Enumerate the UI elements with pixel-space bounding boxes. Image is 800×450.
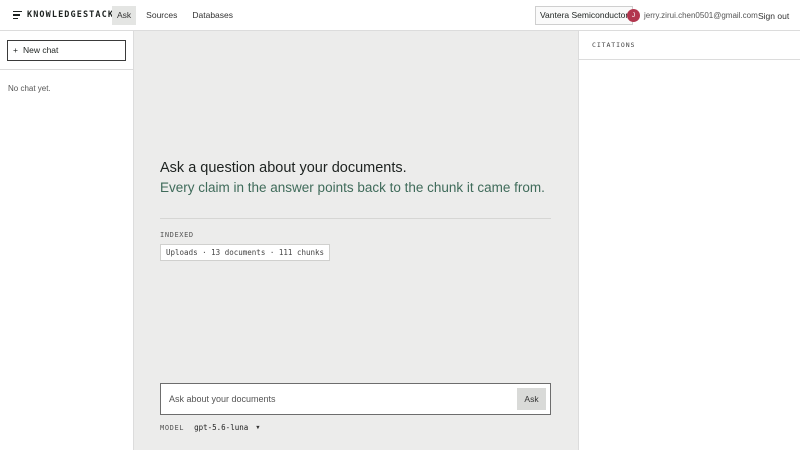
model-label: MODEL: [160, 423, 185, 432]
new-chat-label: New chat: [22, 45, 59, 55]
model-value: gpt-5.6-luna: [194, 423, 249, 432]
citations-divider: [579, 59, 800, 60]
page-subtitle: Every claim in the answer points back to…: [160, 180, 545, 195]
citations-title: CITATIONS: [592, 41, 636, 49]
ask-box: Ask: [160, 383, 551, 415]
avatar[interactable]: J: [627, 9, 640, 22]
main-panel: Ask a question about your documents. Eve…: [134, 31, 578, 450]
org-selector[interactable]: Vantera Semiconductor: [535, 6, 634, 25]
tab-databases[interactable]: Databases: [187, 6, 238, 25]
new-chat-button[interactable]: + New chat: [7, 40, 126, 61]
citations-panel: CITATIONS: [578, 31, 800, 450]
sidebar-divider: [0, 69, 133, 70]
page-title: Ask a question about your documents.: [160, 160, 407, 176]
indexed-summary-badge[interactable]: Uploads · 13 documents · 111 chunks: [160, 244, 331, 261]
ask-input[interactable]: [161, 384, 513, 414]
top-bar: KNOWLEDGESTACK Ask Sources Databases Van…: [0, 0, 800, 31]
user-email: jerry.zirui.chen0501@gmail.com: [644, 11, 758, 20]
tab-sources[interactable]: Sources: [141, 6, 182, 25]
chat-sidebar: + New chat No chat yet.: [0, 31, 134, 450]
tab-ask[interactable]: Ask: [112, 6, 137, 25]
main-nav: Ask Sources Databases: [112, 6, 243, 25]
brand[interactable]: KNOWLEDGESTACK: [13, 10, 114, 20]
brand-name: KNOWLEDGESTACK: [27, 10, 115, 20]
model-selector[interactable]: gpt-5.6-luna ▼: [194, 423, 260, 432]
indexed-label: INDEXED: [160, 231, 194, 239]
menu-lines-icon: [13, 10, 22, 20]
sign-out-link[interactable]: Sign out: [758, 11, 789, 21]
main-divider: [160, 218, 551, 219]
model-row: MODEL gpt-5.6-luna ▼: [160, 423, 260, 432]
chevron-down-icon: ▼: [256, 424, 260, 431]
empty-chat-list: No chat yet.: [8, 84, 51, 93]
ask-button[interactable]: Ask: [517, 388, 546, 410]
plus-icon: +: [13, 45, 18, 55]
